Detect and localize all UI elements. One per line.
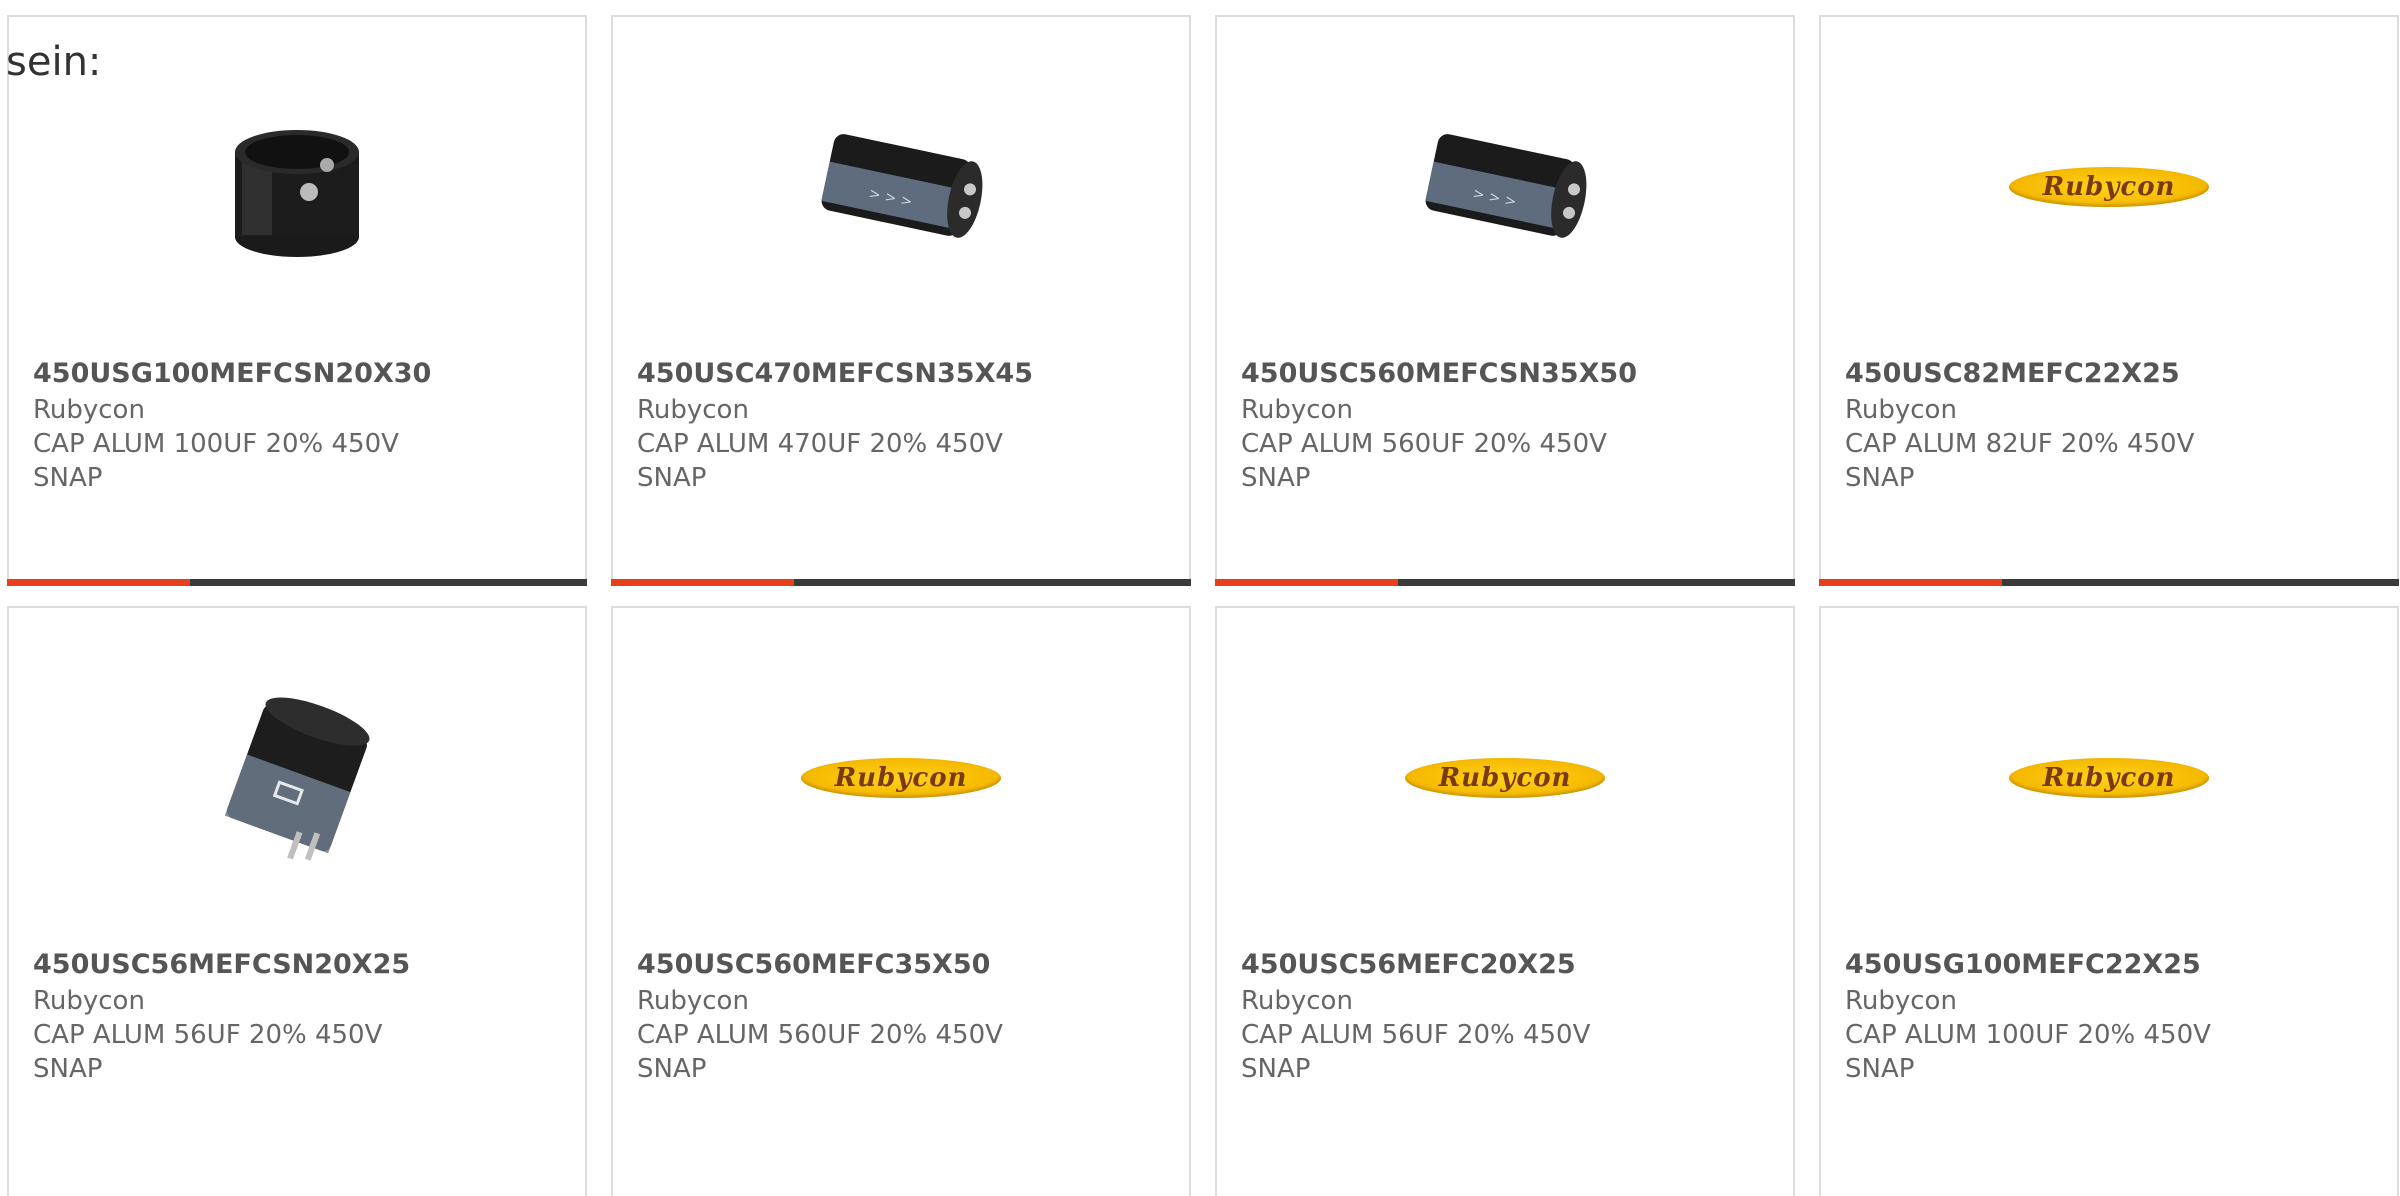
product-card[interactable]: Rubycon 450USC82MEFC22X25 Rubycon CAP AL…: [1819, 15, 2399, 586]
description: CAP ALUM 470UF 20% 450V SNAP: [637, 429, 1003, 493]
product-image[interactable]: Rubycon: [1405, 678, 1605, 878]
card-footer-accent: [1819, 579, 2002, 586]
part-number[interactable]: 450USC560MEFCSN35X50: [1241, 358, 1637, 389]
rubycon-logo-text: Rubycon: [1438, 763, 1572, 793]
product-image[interactable]: Rubycon: [2009, 678, 2209, 878]
part-number[interactable]: 450USC560MEFC35X50: [637, 949, 990, 980]
product-image[interactable]: > > >: [1405, 87, 1605, 287]
card-footer-bar: [1215, 579, 1795, 586]
part-number[interactable]: 450USC82MEFC22X25: [1845, 358, 2180, 389]
product-card[interactable]: 450USC56MEFCSN20X25 Rubycon CAP ALUM 56U…: [7, 606, 587, 1196]
rubycon-logo-text: Rubycon: [2042, 172, 2176, 202]
manufacturer: Rubycon: [1845, 395, 1957, 425]
product-card[interactable]: Rubycon 450USC560MEFC35X50 Rubycon CAP A…: [611, 606, 1191, 1196]
product-image[interactable]: [197, 678, 397, 878]
manufacturer: Rubycon: [33, 395, 145, 425]
capacitor-angled-icon: [224, 697, 370, 861]
rubycon-logo-text: Rubycon: [2042, 763, 2176, 793]
manufacturer: Rubycon: [1241, 395, 1353, 425]
product-card[interactable]: > > > 450USC470MEFCSN35X45 Rubycon CAP A…: [611, 15, 1191, 586]
description: CAP ALUM 100UF 20% 450V SNAP: [1845, 1020, 2211, 1084]
rubycon-logo: Rubycon: [1405, 758, 1605, 798]
capacitor-short-icon: [235, 130, 359, 257]
part-number[interactable]: 450USC56MEFC20X25: [1241, 949, 1576, 980]
description: CAP ALUM 56UF 20% 450V SNAP: [33, 1020, 383, 1084]
manufacturer: Rubycon: [637, 395, 749, 425]
part-number[interactable]: 450USG100MEFCSN20X30: [33, 358, 431, 389]
card-footer-accent: [611, 579, 794, 586]
manufacturer: Rubycon: [1845, 986, 1957, 1016]
manufacturer: Rubycon: [1241, 986, 1353, 1016]
rubycon-logo: Rubycon: [801, 758, 1001, 798]
product-card[interactable]: 450USG100MEFCSN20X30 Rubycon CAP ALUM 10…: [7, 15, 587, 586]
part-number[interactable]: 450USC56MEFCSN20X25: [33, 949, 410, 980]
description: CAP ALUM 560UF 20% 450V SNAP: [637, 1020, 1003, 1084]
product-card[interactable]: > > > 450USC560MEFCSN35X50 Rubycon CAP A…: [1215, 15, 1795, 586]
description: CAP ALUM 82UF 20% 450V SNAP: [1845, 429, 2195, 493]
manufacturer: Rubycon: [637, 986, 749, 1016]
product-image[interactable]: Rubycon: [2009, 87, 2209, 287]
part-number[interactable]: 450USG100MEFC22X25: [1845, 949, 2201, 980]
card-footer-bar: [611, 579, 1191, 586]
product-grid: 450USG100MEFCSN20X30 Rubycon CAP ALUM 10…: [0, 0, 2400, 1196]
card-footer-bar: [1819, 579, 2399, 586]
product-image[interactable]: > > >: [801, 87, 1001, 287]
card-footer-accent: [7, 579, 190, 586]
card-footer-bar: [7, 579, 587, 586]
product-image[interactable]: Rubycon: [801, 678, 1001, 878]
description: CAP ALUM 100UF 20% 450V SNAP: [33, 429, 399, 493]
rubycon-logo: Rubycon: [2009, 758, 2209, 798]
description: CAP ALUM 560UF 20% 450V SNAP: [1241, 429, 1607, 493]
card-footer-accent: [1215, 579, 1398, 586]
rubycon-logo: Rubycon: [2009, 167, 2209, 207]
capacitor-long-icon: > > >: [1425, 134, 1587, 238]
manufacturer: Rubycon: [33, 986, 145, 1016]
intro-text: sein:: [6, 39, 102, 85]
rubycon-logo-text: Rubycon: [834, 763, 968, 793]
capacitor-long-icon: > > >: [821, 134, 983, 238]
product-card[interactable]: Rubycon 450USC56MEFC20X25 Rubycon CAP AL…: [1215, 606, 1795, 1196]
description: CAP ALUM 56UF 20% 450V SNAP: [1241, 1020, 1591, 1084]
part-number[interactable]: 450USC470MEFCSN35X45: [637, 358, 1033, 389]
product-image[interactable]: [197, 87, 397, 287]
product-card[interactable]: Rubycon 450USG100MEFC22X25 Rubycon CAP A…: [1819, 606, 2399, 1196]
